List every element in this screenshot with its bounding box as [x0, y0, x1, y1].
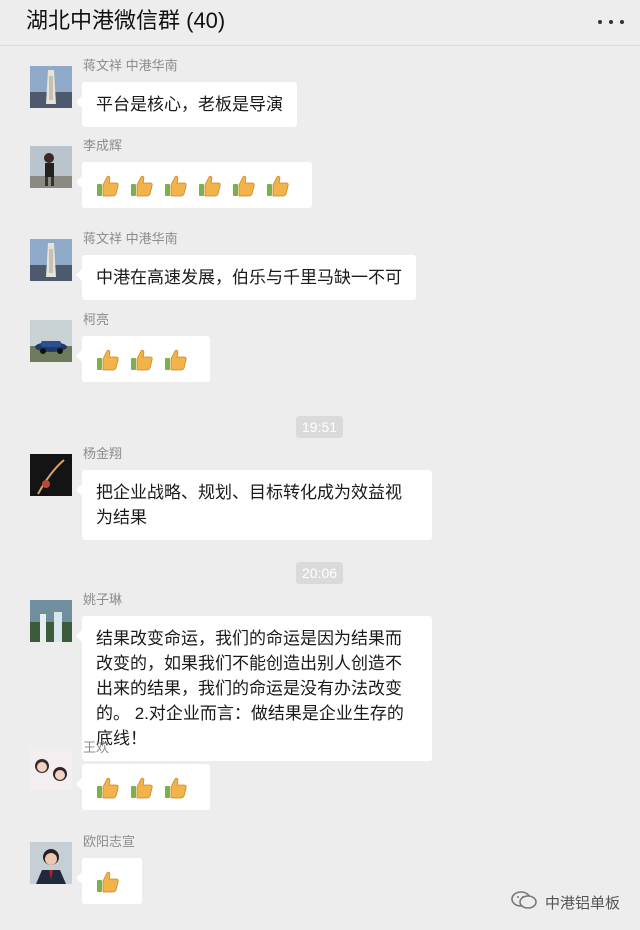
thumbs-row — [96, 346, 196, 372]
message-bubble[interactable] — [76, 162, 312, 208]
thumbs-up-icon — [232, 174, 256, 198]
sender-name: 蒋文祥 中港华南 — [83, 231, 178, 246]
thumbs-up-icon — [130, 776, 154, 800]
message-bubble[interactable]: 中港在高速发展，伯乐与千里马缺一不可 — [76, 255, 416, 300]
thumbs-row — [96, 774, 196, 800]
sender-name: 王欢 — [83, 740, 110, 755]
avatar[interactable] — [30, 146, 72, 188]
message-bubble[interactable]: 结果改变命运，我们的命运是因为结果而改变的，如果我们不能创造出别人创造不出来的结… — [76, 616, 432, 761]
thumbs-up-icon — [164, 776, 188, 800]
thumbs-up-icon — [96, 348, 120, 372]
thumbs-up-icon — [96, 174, 120, 198]
watermark-label: 中港铝单板 — [544, 894, 620, 912]
thumbs-row — [96, 868, 128, 894]
message-text: 中港在高速发展，伯乐与千里马缺一不可 — [96, 268, 402, 287]
timestamp-badge: 19:51 — [296, 416, 344, 438]
avatar[interactable] — [30, 600, 72, 642]
thumbs-up-icon — [130, 348, 154, 372]
thumbs-up-icon — [266, 174, 290, 198]
message-bubble[interactable]: 平台是核心，老板是导演 — [76, 82, 297, 127]
avatar[interactable] — [30, 320, 72, 362]
chat-header: 湖北中港微信群 (40) — [0, 0, 640, 46]
avatar[interactable] — [30, 66, 72, 108]
avatar[interactable] — [30, 842, 72, 884]
thumbs-up-icon — [198, 174, 222, 198]
wechat-icon — [511, 890, 537, 914]
sender-name: 欧阳志宣 — [83, 834, 136, 849]
sender-name: 柯亮 — [83, 312, 110, 327]
timestamp-badge: 20:06 — [296, 562, 344, 584]
thumbs-up-icon — [96, 870, 120, 894]
sender-name: 蒋文祥 中港华南 — [83, 58, 178, 73]
chat-title: 湖北中港微信群 (40) — [26, 8, 226, 33]
avatar[interactable] — [30, 748, 72, 790]
message-text: 把企业战略、规划、目标转化成为效益视为结果 — [96, 483, 402, 527]
message-bubble[interactable] — [76, 764, 210, 810]
thumbs-up-icon — [164, 174, 188, 198]
message-text: 结果改变命运，我们的命运是因为结果而改变的，如果我们不能创造出别人创造不出来的结… — [96, 629, 404, 748]
avatar[interactable] — [30, 454, 72, 496]
message-bubble[interactable] — [76, 336, 210, 382]
message-bubble[interactable]: 把企业战略、规划、目标转化成为效益视为结果 — [76, 470, 432, 540]
thumbs-up-icon — [164, 348, 188, 372]
more-dots-icon[interactable] — [598, 10, 624, 34]
avatar[interactable] — [30, 239, 72, 281]
sender-name: 姚子琳 — [83, 592, 123, 607]
thumbs-up-icon — [96, 776, 120, 800]
thumbs-row — [96, 172, 298, 198]
message-bubble[interactable] — [76, 858, 142, 904]
message-text: 平台是核心，老板是导演 — [96, 95, 283, 114]
thumbs-up-icon — [130, 174, 154, 198]
sender-name: 李成辉 — [83, 138, 123, 153]
sender-name: 杨金翔 — [83, 446, 123, 461]
watermark: 中港铝单板 — [511, 890, 620, 914]
